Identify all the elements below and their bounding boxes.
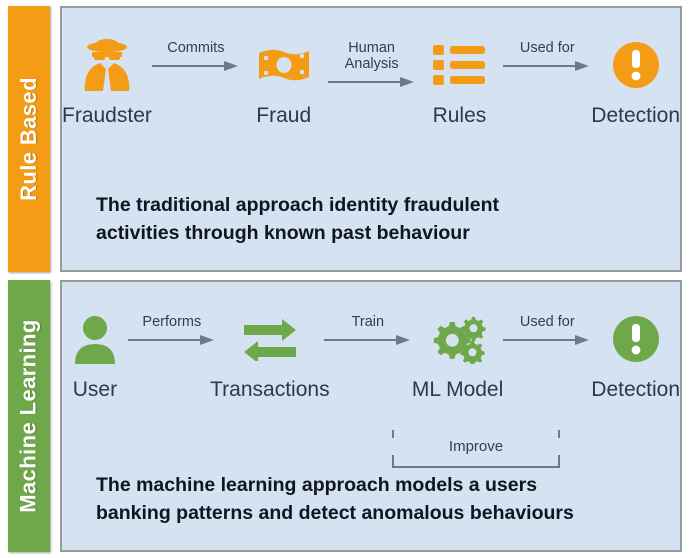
arrow-right-icon	[127, 333, 216, 351]
diagram-root: Rule Based Fraudster Commits Fraud Human…	[0, 0, 696, 558]
connector-train: Train	[323, 310, 412, 351]
connector-label: Commits	[167, 40, 225, 56]
section-tab-label: Machine Learning	[16, 319, 41, 513]
connector-used-for: Used for	[503, 36, 591, 77]
caption-line-2: activities through known past behaviour	[96, 221, 470, 244]
section-machine-learning: Machine Learning User Performs Transacti…	[0, 280, 682, 552]
feedback-loop-improve: Improve	[392, 430, 560, 468]
panel-machine-learning: User Performs Transactions Train ML Mode…	[60, 280, 682, 552]
gears-icon	[430, 310, 486, 368]
alert-circle-icon	[611, 310, 661, 368]
node-rules: Rules	[416, 36, 504, 128]
arrow-right-icon	[327, 75, 416, 93]
section-tab-rule-based: Rule Based	[8, 6, 50, 272]
connector-performs: Performs	[127, 310, 216, 351]
node-label: Rules	[432, 104, 487, 127]
connector-label: Used for	[519, 314, 575, 330]
user-icon	[70, 310, 120, 368]
flow-rule-based: Fraudster Commits Fraud Human Analysis R…	[62, 36, 680, 128]
node-ml-model: ML Model	[412, 310, 503, 402]
caption-line-2: banking patterns and detect anomalous be…	[96, 501, 574, 524]
arrow-right-icon	[503, 333, 591, 351]
node-transactions: Transactions	[210, 310, 330, 402]
node-detection: Detection	[591, 36, 680, 128]
node-label: ML Model	[411, 378, 504, 401]
node-fraud: Fraud	[240, 36, 328, 128]
banknote-icon	[256, 36, 312, 94]
connector-label: Human Analysis	[344, 40, 399, 73]
node-label: Fraud	[256, 104, 312, 127]
caption-machine-learning: The machine learning approach models a u…	[96, 472, 662, 527]
connector-human-analysis: Human Analysis	[327, 36, 416, 93]
caption-line-1: The traditional approach identity fraudu…	[96, 194, 500, 216]
section-tab-label: Rule Based	[16, 77, 42, 201]
flow-machine-learning: User Performs Transactions Train ML Mode…	[62, 310, 680, 402]
rules-list-icon	[433, 36, 486, 94]
arrow-right-icon	[151, 59, 240, 77]
node-fraudster: Fraudster	[62, 36, 152, 128]
section-tab-machine-learning: Machine Learning	[8, 280, 50, 552]
node-user: User	[62, 310, 128, 402]
fraudster-icon	[79, 36, 135, 94]
connector-label: Used for	[519, 40, 575, 56]
connector-used-for: Used for	[503, 310, 591, 351]
exchange-arrows-icon	[242, 310, 298, 368]
node-label: User	[72, 378, 118, 401]
panel-rule-based: Fraudster Commits Fraud Human Analysis R…	[60, 6, 682, 272]
caption-rule-based: The traditional approach identity fraudu…	[96, 192, 662, 247]
connector-commits: Commits	[151, 36, 240, 77]
node-label: Detection	[591, 104, 680, 127]
caption-line-1: The machine learning approach models a u…	[96, 474, 538, 496]
node-label: Fraudster	[62, 104, 152, 127]
feedback-loop-label: Improve	[392, 438, 560, 455]
connector-label: Performs	[142, 314, 202, 330]
section-rule-based: Rule Based Fraudster Commits Fraud Human…	[0, 6, 682, 272]
arrow-right-icon	[503, 59, 591, 77]
node-label: Transactions	[210, 378, 330, 401]
node-detection: Detection	[591, 310, 680, 402]
connector-label: Train	[351, 314, 385, 330]
node-label: Detection	[591, 378, 680, 401]
arrow-right-icon	[323, 333, 412, 351]
alert-circle-icon	[611, 36, 661, 94]
